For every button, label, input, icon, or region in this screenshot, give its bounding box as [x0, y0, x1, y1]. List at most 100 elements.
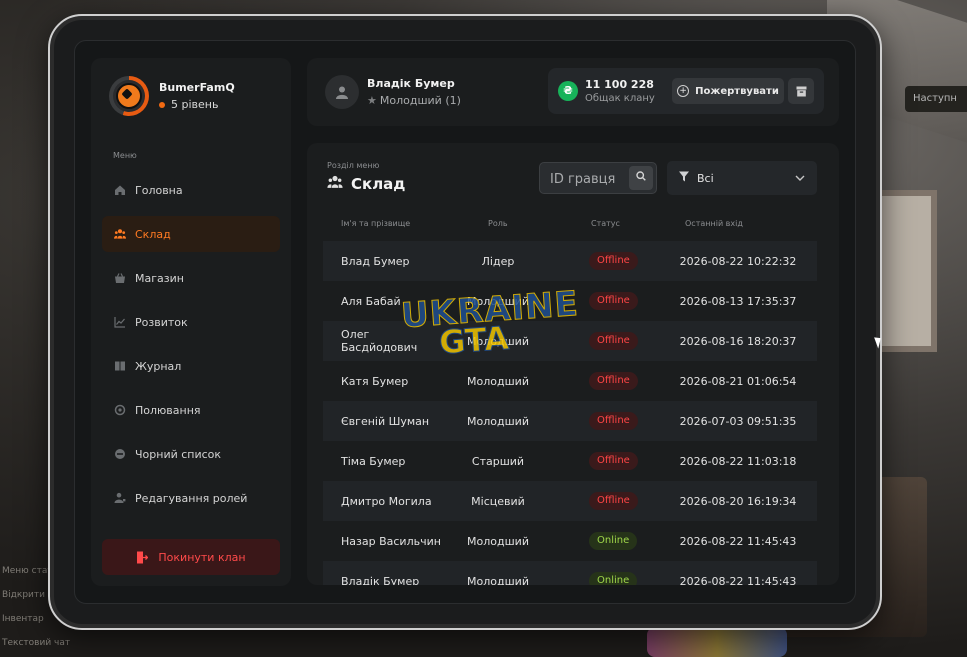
- member-last-login: 2026-08-20 16:19:34: [679, 494, 797, 508]
- sidebar-item-hunting[interactable]: Полювання: [102, 392, 280, 428]
- members-panel: Розділ меню Склад Всі: [307, 143, 839, 585]
- clan-bank: ₴ 11 100 228 Общак клану + Пожертвувати: [548, 68, 824, 114]
- tablet-screen: BumerFamQ 5 рівень Меню Головна Склад Ма…: [74, 40, 856, 604]
- table-row[interactable]: Євгеній Шуман Молодший Offline 2026-07-0…: [323, 401, 817, 441]
- player-id-input[interactable]: [540, 163, 642, 195]
- column-header-role: Роль: [488, 219, 508, 228]
- sidebar-item-development[interactable]: Розвиток: [102, 304, 280, 340]
- sidebar-item-home[interactable]: Головна: [102, 172, 280, 208]
- section-title-text: Склад: [351, 175, 406, 193]
- book-icon: [114, 360, 126, 372]
- member-name: Катя Бумер: [341, 374, 409, 388]
- table-header: Ім'я та прізвище Роль Статус Останній вх…: [323, 219, 817, 233]
- sidebar-item-journal[interactable]: Журнал: [102, 348, 280, 384]
- column-header-name: Ім'я та прізвище: [341, 219, 411, 228]
- bank-label: Общак клану: [585, 93, 655, 104]
- donate-button[interactable]: + Пожертвувати: [672, 78, 784, 104]
- sidebar-item-label: Розвиток: [135, 315, 188, 329]
- sidebar-item-warehouse[interactable]: Склад: [102, 216, 280, 252]
- bank-amount: 11 100 228: [585, 78, 654, 91]
- storage-box-button[interactable]: [788, 78, 814, 104]
- level-progress-ring: [109, 76, 149, 116]
- exit-icon: [136, 551, 149, 563]
- ban-icon: [114, 448, 126, 460]
- sidebar-item-label: Чорний список: [135, 447, 222, 461]
- basket-icon: [114, 272, 126, 284]
- member-last-login: 2026-08-21 01:06:54: [679, 374, 797, 388]
- sidebar-item-label: Редагування ролей: [135, 491, 248, 505]
- leave-clan-button[interactable]: Покинути клан: [102, 539, 280, 575]
- table-row[interactable]: Влад Бумер Лідер Offline 2026-08-22 10:2…: [323, 241, 817, 281]
- box-icon: [796, 86, 806, 96]
- menu-caption: Меню: [113, 151, 137, 160]
- member-last-login: 2026-08-22 10:22:32: [679, 254, 797, 268]
- filter-icon: [679, 171, 689, 185]
- member-last-login: 2026-08-22 11:45:43: [679, 534, 797, 548]
- level-dot-icon: [159, 101, 165, 108]
- star-icon: ★: [367, 94, 377, 107]
- column-header-status: Статус: [591, 219, 620, 228]
- member-last-login: 2026-08-13 17:35:37: [679, 294, 797, 308]
- member-role: Молодший: [467, 374, 529, 388]
- member-name: Олег Басдйодович: [341, 328, 418, 354]
- sidebar-item-label: Журнал: [135, 359, 182, 373]
- table-row[interactable]: Аля Бабай Молодший Offline 2026-08-13 17…: [323, 281, 817, 321]
- clan-name: BumerFamQ: [159, 81, 235, 94]
- table-row[interactable]: Катя Бумер Молодший Offline 2026-08-21 0…: [323, 361, 817, 401]
- member-role: Молодший: [467, 294, 529, 308]
- sidebar-item-blacklist[interactable]: Чорний список: [102, 436, 280, 472]
- status-badge: Offline: [589, 452, 638, 470]
- player-search: [539, 162, 657, 195]
- users-icon: [114, 228, 126, 240]
- member-role: Молодший: [467, 414, 529, 428]
- sidebar-item-shop[interactable]: Магазин: [102, 260, 280, 296]
- member-last-login: 2026-07-03 09:51:35: [679, 414, 797, 428]
- users-icon: [327, 175, 343, 193]
- table-row[interactable]: Дмитро Могила Місцевий Offline 2026-08-2…: [323, 481, 817, 521]
- tablet-frame: BumerFamQ 5 рівень Меню Головна Склад Ма…: [48, 14, 882, 630]
- member-last-login: 2026-08-22 11:45:43: [679, 574, 797, 586]
- sidebar-nav: Головна Склад Магазин Розвиток Журнал По…: [102, 172, 280, 524]
- sidebar-item-label: Головна: [135, 183, 183, 197]
- hud-hint: Інвентар: [2, 614, 44, 624]
- member-role: Лідер: [481, 254, 515, 268]
- section-title: Склад: [327, 175, 405, 193]
- column-header-last-login: Останній вхід: [685, 219, 743, 228]
- role-filter-dropdown[interactable]: Всі: [667, 161, 817, 195]
- table-row[interactable]: Олег Басдйодович Молодший Offline 2026-0…: [323, 321, 817, 361]
- member-role: Місцевий: [471, 494, 525, 508]
- status-badge: Offline: [589, 412, 638, 430]
- user-avatar: [325, 75, 359, 109]
- user-name: Владік Бумер: [367, 77, 455, 90]
- donate-label: Пожертвувати: [695, 85, 779, 97]
- member-name: Влад Бумер: [341, 254, 410, 268]
- hud-hint: Текстовий чат: [2, 638, 71, 648]
- table-row[interactable]: Владік Бумер Молодший Online 2026-08-22 …: [323, 561, 817, 585]
- member-last-login: 2026-08-16 18:20:37: [679, 334, 797, 348]
- status-badge: Offline: [589, 492, 638, 510]
- member-role: Молодший: [467, 574, 529, 586]
- clan-crest-icon: [116, 83, 142, 109]
- clan-level: 5 рівень: [159, 98, 235, 111]
- table-row[interactable]: Тіма Бумер Старший Offline 2026-08-22 11…: [323, 441, 817, 481]
- status-badge: Online: [589, 532, 638, 550]
- status-badge: Offline: [589, 252, 638, 270]
- member-name: Євгеній Шуман: [341, 414, 430, 428]
- table-row[interactable]: Назар Васильчин Молодший Online 2026-08-…: [323, 521, 817, 561]
- home-icon: [114, 184, 126, 196]
- status-badge: Online: [589, 572, 638, 585]
- target-icon: [114, 404, 126, 416]
- member-name: Владік Бумер: [341, 574, 420, 586]
- user-icon: [336, 86, 348, 99]
- chevron-down-icon: [795, 173, 805, 184]
- header-card: Владік Бумер ★ Молодший (1) ₴ 11 100 228 …: [307, 58, 839, 126]
- member-last-login: 2026-08-22 11:03:18: [679, 454, 797, 468]
- leave-clan-label: Покинути клан: [158, 550, 246, 564]
- member-name: Назар Васильчин: [341, 534, 441, 548]
- search-button[interactable]: [629, 166, 653, 190]
- member-name: Дмитро Могила: [341, 494, 432, 508]
- member-role: Старший: [471, 454, 525, 468]
- sidebar-item-role-editing[interactable]: Редагування ролей: [102, 480, 280, 516]
- hud-hint: Відкрити: [2, 590, 45, 600]
- sidebar-item-label: Магазин: [135, 271, 184, 285]
